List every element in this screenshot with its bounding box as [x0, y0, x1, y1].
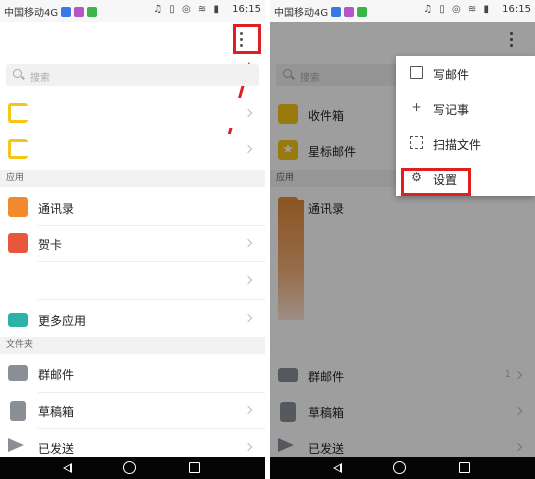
app-row-contacts[interactable]: 通讯录	[0, 190, 265, 224]
scan-icon	[410, 136, 423, 149]
chevron-right-icon	[243, 108, 253, 118]
status-bar: 中国移动4G ♫ ▯ ◎ ≋ ▮ 16:15	[270, 0, 535, 22]
clock: 16:15	[232, 4, 261, 15]
section-header-folders: 文件夹	[0, 337, 265, 354]
app-label: 贺卡	[38, 238, 63, 252]
back-icon[interactable]	[333, 463, 342, 473]
folder-label: 草稿箱	[38, 405, 75, 419]
clock: 16:15	[502, 4, 531, 15]
navigation-bar	[270, 457, 535, 479]
app-label: 更多应用	[38, 314, 87, 328]
app-notification-icon	[357, 7, 368, 17]
app-row[interactable]	[0, 262, 265, 298]
highlight-settings	[401, 168, 471, 196]
recent-apps-icon[interactable]	[459, 462, 470, 473]
plus-icon: +	[411, 100, 422, 114]
chevron-right-icon	[243, 238, 253, 248]
carrier-label: 中国移动4G	[4, 4, 98, 19]
menu-item-scan[interactable]: 扫描文件	[396, 126, 535, 161]
menu-label: 写记事	[433, 103, 470, 117]
back-icon[interactable]	[63, 463, 72, 473]
menu-label: 扫描文件	[433, 138, 482, 152]
notification-icon	[74, 7, 85, 17]
chevron-right-icon	[243, 442, 253, 452]
chevron-right-icon	[243, 405, 253, 415]
compose-icon	[410, 66, 423, 79]
top-header	[0, 22, 265, 56]
menu-item-new-note[interactable]: + 写记事	[396, 91, 535, 126]
app-row-greeting-card[interactable]: 贺卡	[0, 226, 265, 260]
carrier-text: 中国移动4G	[4, 8, 59, 19]
carrier-text: 中国移动4G	[274, 8, 329, 19]
chevron-right-icon	[243, 313, 253, 323]
folder-row-drafts[interactable]: 草稿箱	[0, 393, 265, 427]
sim-icon	[61, 7, 72, 17]
account-icon	[8, 103, 28, 123]
search-icon	[13, 69, 22, 78]
chevron-right-icon	[243, 275, 253, 285]
drafts-icon	[10, 401, 26, 421]
greeting-card-icon	[8, 233, 28, 253]
search-bar[interactable]: 搜索	[6, 64, 259, 86]
account-row[interactable]	[0, 134, 265, 164]
more-apps-icon	[8, 313, 28, 327]
account-row[interactable]	[0, 98, 265, 128]
contacts-icon	[8, 197, 28, 217]
home-icon[interactable]	[123, 461, 136, 474]
chevron-right-icon	[243, 144, 253, 154]
folder-label: 群邮件	[38, 368, 75, 382]
system-icons: ♫ ▯ ◎ ≋ ▮	[423, 4, 491, 15]
menu-label: 写邮件	[433, 68, 470, 82]
folder-row-group-mail[interactable]: 群邮件	[0, 356, 265, 390]
folder-row-sent[interactable]: 已发送	[0, 429, 265, 457]
account-icon	[8, 139, 28, 159]
system-icons: ♫ ▯ ◎ ≋ ▮	[153, 4, 221, 15]
navigation-bar	[0, 457, 265, 479]
status-bar: 中国移动4G ♫ ▯ ◎ ≋ ▮ 16:15	[0, 0, 265, 22]
sim-icon	[331, 7, 342, 17]
app-label: 通讯录	[38, 202, 75, 216]
home-icon[interactable]	[393, 461, 406, 474]
folder-label: 已发送	[38, 442, 75, 456]
section-header-apps: 应用	[0, 170, 265, 187]
menu-item-compose[interactable]: 写邮件	[396, 56, 535, 91]
carrier-label: 中国移动4G	[274, 4, 368, 19]
app-notification-icon	[87, 7, 98, 17]
sent-icon	[8, 438, 24, 452]
left-screenshot: 中国移动4G ♫ ▯ ◎ ≋ ▮ 16:15 搜索 应用 通讯录 贺卡 更多应用…	[0, 0, 265, 479]
search-placeholder: 搜索	[30, 73, 50, 84]
notification-icon	[344, 7, 355, 17]
highlight-more-button	[233, 24, 261, 54]
app-row-more-apps[interactable]: 更多应用	[0, 300, 265, 334]
recent-apps-icon[interactable]	[189, 462, 200, 473]
group-mail-icon	[8, 365, 28, 381]
right-screenshot: 中国移动4G ♫ ▯ ◎ ≋ ▮ 16:15 搜索 收件箱 ★ 星标邮件 应用 …	[270, 0, 535, 479]
